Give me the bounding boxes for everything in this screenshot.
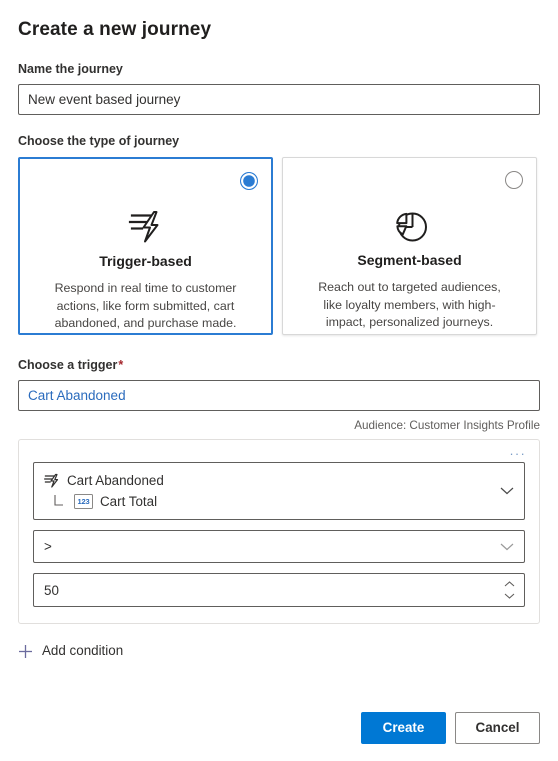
page-title: Create a new journey — [18, 19, 212, 40]
journey-type-section: Choose the type of journey Trigger-based… — [18, 133, 540, 335]
create-button[interactable]: Create — [361, 712, 446, 744]
chevron-down-icon[interactable] — [500, 542, 514, 551]
create-journey-dialog: Create a new journey Name the journey Ch… — [0, 0, 558, 761]
condition-attribute-trigger-row: Cart Abandoned — [44, 471, 490, 490]
trigger-select-input[interactable] — [18, 380, 540, 411]
trigger-label: Choose a trigger* — [18, 357, 540, 373]
trigger-label-text: Choose a trigger — [18, 358, 118, 372]
condition-attribute-field-row: 123 Cart Total — [44, 492, 490, 511]
condition-value-text: 50 — [44, 582, 59, 598]
journey-type-card-segment-based[interactable]: Segment-based Reach out to targeted audi… — [282, 157, 537, 335]
journey-type-card-title: Trigger-based — [99, 253, 192, 269]
journey-type-card-description: Respond in real time to customer actions… — [54, 281, 237, 330]
radio-trigger-based[interactable] — [240, 172, 258, 190]
journey-name-field-group: Name the journey — [18, 61, 540, 115]
condition-operator-value: > — [44, 539, 52, 554]
journey-type-label: Choose the type of journey — [18, 134, 180, 148]
condition-value-spinner[interactable]: 50 — [33, 573, 525, 607]
trigger-lightning-icon — [36, 205, 255, 249]
spinner-arrows — [504, 574, 515, 606]
condition-attribute-trigger-name: Cart Abandoned — [67, 473, 164, 488]
journey-name-input[interactable] — [18, 84, 540, 115]
trigger-section: Choose a trigger* Audience: Customer Ins… — [18, 357, 540, 664]
journey-type-card-list: Trigger-based Respond in real time to cu… — [18, 157, 540, 335]
condition-operator-combobox[interactable]: > — [33, 530, 525, 563]
dialog-footer: Create Cancel — [361, 712, 540, 744]
cancel-button[interactable]: Cancel — [455, 712, 540, 744]
add-condition-label: Add condition — [42, 643, 124, 658]
journey-type-card-description: Reach out to targeted audiences, like lo… — [318, 280, 501, 329]
plus-icon — [18, 644, 33, 659]
trigger-lightning-icon — [44, 473, 60, 489]
pie-chart-icon — [299, 204, 520, 248]
condition-overflow-menu-icon[interactable]: ··· — [506, 446, 529, 462]
spinner-up-icon[interactable] — [504, 581, 515, 587]
journey-type-card-title: Segment-based — [357, 252, 462, 268]
journey-type-card-trigger-based[interactable]: Trigger-based Respond in real time to cu… — [18, 157, 273, 335]
chevron-down-icon[interactable] — [500, 487, 514, 496]
condition-attribute-combobox[interactable]: Cart Abandoned 123 Cart Total — [33, 462, 525, 520]
add-condition-button[interactable]: Add condition — [18, 642, 123, 660]
radio-segment-based[interactable] — [505, 171, 523, 189]
condition-builder-panel: ··· Cart Abandoned 123 Cart Total > 50 — [18, 439, 540, 624]
number-type-icon: 123 — [74, 494, 93, 509]
audience-note: Audience: Customer Insights Profile — [354, 419, 540, 432]
condition-attribute-field-name: Cart Total — [100, 494, 158, 509]
tree-branch-connector-icon — [51, 494, 67, 510]
required-asterisk: * — [118, 358, 124, 372]
spinner-down-icon[interactable] — [504, 593, 515, 599]
journey-name-label: Name the journey — [18, 62, 123, 76]
